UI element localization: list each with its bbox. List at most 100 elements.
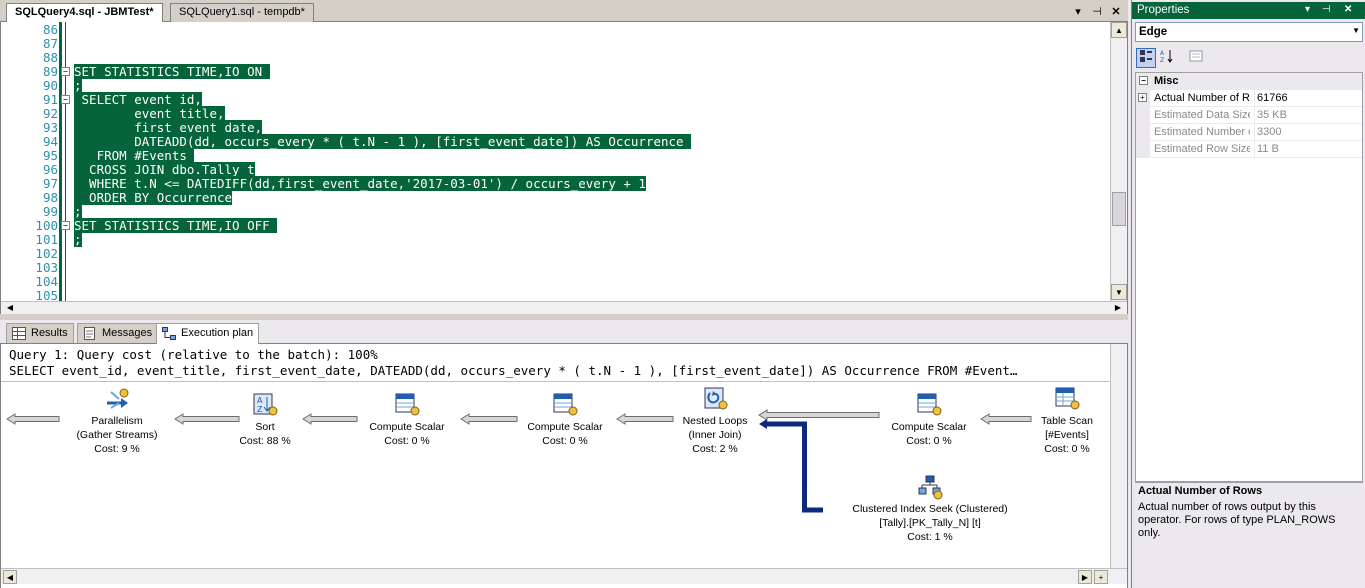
node-compute-scalar-1[interactable]: Compute Scalar Cost: 0 % xyxy=(357,392,457,448)
property-grid[interactable]: − Misc + Actual Number of Rows 61766 Est… xyxy=(1135,72,1363,482)
doc-tab-sqlquery4[interactable]: SQLQuery4.sql - JBMTest* xyxy=(6,3,163,23)
node-parallelism-name: Parallelism xyxy=(91,415,143,427)
editor-horizontal-scrollbar[interactable]: ◀ ▶ xyxy=(1,301,1127,314)
tab-messages-label: Messages xyxy=(102,327,153,339)
collapse-region-icon[interactable]: − xyxy=(61,95,70,104)
compute-scalar-icon xyxy=(553,393,578,416)
editor-line[interactable]: 90; xyxy=(1,78,1110,93)
execution-plan-icon xyxy=(162,327,176,340)
code-text: SET STATISTICS TIME,IO OFF xyxy=(74,218,278,233)
properties-toolbar: AZ xyxy=(1132,46,1365,70)
expand-icon[interactable]: + xyxy=(1138,93,1147,102)
scroll-thumb[interactable] xyxy=(1112,192,1126,226)
line-number: 90 xyxy=(42,78,58,93)
scroll-right-icon[interactable]: ▶ xyxy=(1078,570,1092,584)
scroll-down-icon[interactable]: ▼ xyxy=(1111,284,1127,300)
line-number: 89 xyxy=(42,64,58,79)
collapse-region-icon[interactable]: − xyxy=(61,67,70,76)
property-row-actual-rows[interactable]: + Actual Number of Rows 61766 xyxy=(1136,90,1362,107)
editor-line[interactable]: 101; xyxy=(1,232,1110,247)
node-index-seek-detail: [Tally].[PK_Tally_N] [t] xyxy=(879,517,981,529)
collapse-region-icon[interactable]: − xyxy=(61,221,70,230)
code-span: ; xyxy=(74,204,82,219)
node-table-scan-name: Table Scan xyxy=(1041,415,1093,427)
property-row-estimated-rows[interactable]: Estimated Number of Rows 3300 xyxy=(1136,124,1362,141)
code-text: event_title, xyxy=(74,106,225,121)
editor-line[interactable]: 105 xyxy=(1,288,1110,302)
object-selector[interactable]: Edge ▼ xyxy=(1135,22,1363,42)
execution-plan-panel[interactable]: Query 1: Query cost (relative to the bat… xyxy=(0,344,1128,588)
editor-line[interactable]: 102 xyxy=(1,247,1110,261)
node-sort[interactable]: A Z Sort Cost: 88 % xyxy=(225,392,305,448)
editor-line[interactable]: 94 DATEADD(dd, occurs_every * ( t.N - 1 … xyxy=(1,134,1110,149)
editor-line[interactable]: 87 xyxy=(1,37,1110,51)
code-span: SET STATISTICS TIME,IO OFF xyxy=(74,218,278,233)
node-parallelism-cost: Cost: 9 % xyxy=(94,443,140,455)
code-text: CROSS JOIN dbo.Tally t xyxy=(74,162,255,177)
line-number: 99 xyxy=(42,204,58,219)
zoom-plus-icon[interactable]: + xyxy=(1094,570,1108,584)
object-selector-value: Edge xyxy=(1139,26,1168,38)
svg-text:Z: Z xyxy=(257,405,263,414)
scroll-left-icon[interactable]: ◀ xyxy=(3,570,17,584)
tab-execution-plan[interactable]: Execution plan xyxy=(156,323,260,344)
editor-line[interactable]: 104 xyxy=(1,275,1110,289)
edge-cs2-to-cs1 xyxy=(460,413,518,425)
pin-icon[interactable]: ⊣ xyxy=(1090,5,1104,18)
window-position-dropdown-icon[interactable]: ▾ xyxy=(1305,4,1310,15)
sql-editor[interactable]: 86 87 88 89− SET STATISTICS TIME,IO ON 90; 91… xyxy=(0,22,1128,314)
category-misc[interactable]: − Misc xyxy=(1136,73,1362,90)
property-row-estimated-row-size[interactable]: Estimated Row Size 11 B xyxy=(1136,141,1362,158)
properties-title-bar: Properties ▾ ⊣ ✕ xyxy=(1132,2,1365,19)
line-number: 98 xyxy=(42,190,58,205)
editor-line[interactable]: 88 xyxy=(1,51,1110,65)
scroll-up-icon[interactable]: ▲ xyxy=(1111,22,1127,38)
messages-icon xyxy=(84,327,95,340)
property-row-estimated-data-size[interactable]: Estimated Data Size 35 KB xyxy=(1136,107,1362,124)
categorized-view-button[interactable] xyxy=(1136,48,1156,68)
auto-hide-pin-icon[interactable]: ⊣ xyxy=(1322,4,1331,15)
node-nested-loops[interactable]: Nested Loops (Inner Join) Cost: 2 % xyxy=(665,386,765,456)
editor-line[interactable]: 92 event_title, xyxy=(1,106,1110,121)
editor-line[interactable]: 86 xyxy=(1,23,1110,37)
plan-horizontal-scrollbar[interactable]: ◀ ▶ + xyxy=(1,568,1127,584)
node-compute-scalar-3[interactable]: Compute Scalar Cost: 0 % xyxy=(879,392,979,448)
editor-line[interactable]: 96 CROSS JOIN dbo.Tally t xyxy=(1,162,1110,177)
tab-list-dropdown-icon[interactable]: ▾ xyxy=(1071,5,1085,18)
node-nested-loops-name: Nested Loops xyxy=(682,415,748,427)
tab-results[interactable]: Results xyxy=(6,323,74,343)
node-table-scan[interactable]: Table Scan [#Events] Cost: 0 % xyxy=(1029,386,1105,456)
close-document-icon[interactable]: ✕ xyxy=(1109,5,1123,18)
close-properties-icon[interactable]: ✕ xyxy=(1344,4,1352,15)
properties-title: Properties xyxy=(1137,4,1190,16)
row-margin: + xyxy=(1136,90,1150,107)
line-number: 105 xyxy=(35,288,58,302)
editor-line[interactable]: 93 first_event_date, xyxy=(1,120,1110,135)
editor-line[interactable]: 98 ORDER BY Occurrence xyxy=(1,190,1110,205)
editor-vertical-scrollbar[interactable]: ▲ ▼ xyxy=(1110,22,1127,301)
node-parallelism[interactable]: Parallelism (Gather Streams) Cost: 9 % xyxy=(67,386,167,456)
property-value[interactable]: 61766 xyxy=(1254,90,1362,107)
editor-line[interactable]: 99; xyxy=(1,204,1110,219)
collapse-icon[interactable]: − xyxy=(1139,76,1148,85)
editor-line[interactable]: 97 WHERE t.N <= DATEDIFF(dd,first_event_… xyxy=(1,176,1110,191)
alphabetical-view-button[interactable]: AZ xyxy=(1157,48,1177,68)
description-text: Actual number of rows output by this ope… xyxy=(1138,501,1336,539)
editor-line[interactable]: 100− SET STATISTICS TIME,IO OFF xyxy=(1,218,1110,233)
edge-to-output xyxy=(6,413,60,425)
editor-line[interactable]: 95 FROM #Events xyxy=(1,148,1110,163)
line-number: 103 xyxy=(35,260,58,275)
property-pages-button[interactable] xyxy=(1186,48,1206,68)
sort-icon: A Z xyxy=(253,393,278,416)
svg-text:A: A xyxy=(257,396,263,405)
tab-messages[interactable]: Messages xyxy=(77,323,159,343)
node-compute-scalar-2[interactable]: Compute Scalar Cost: 0 % xyxy=(515,392,615,448)
editor-line[interactable]: 91− SELECT event_id, xyxy=(1,92,1110,107)
editor-text-area[interactable]: 86 87 88 89− SET STATISTICS TIME,IO ON 90; 91… xyxy=(1,22,1110,301)
node-clustered-index-seek[interactable]: Clustered Index Seek (Clustered) [Tally]… xyxy=(819,474,1041,544)
doc-tab-sqlquery1[interactable]: SQLQuery1.sql - tempdb* xyxy=(170,3,314,22)
plan-vertical-scrollbar[interactable] xyxy=(1110,344,1127,568)
node-sort-cost: Cost: 88 % xyxy=(239,435,291,447)
editor-line[interactable]: 103 xyxy=(1,261,1110,275)
editor-line[interactable]: 89− SET STATISTICS TIME,IO ON xyxy=(1,64,1110,79)
